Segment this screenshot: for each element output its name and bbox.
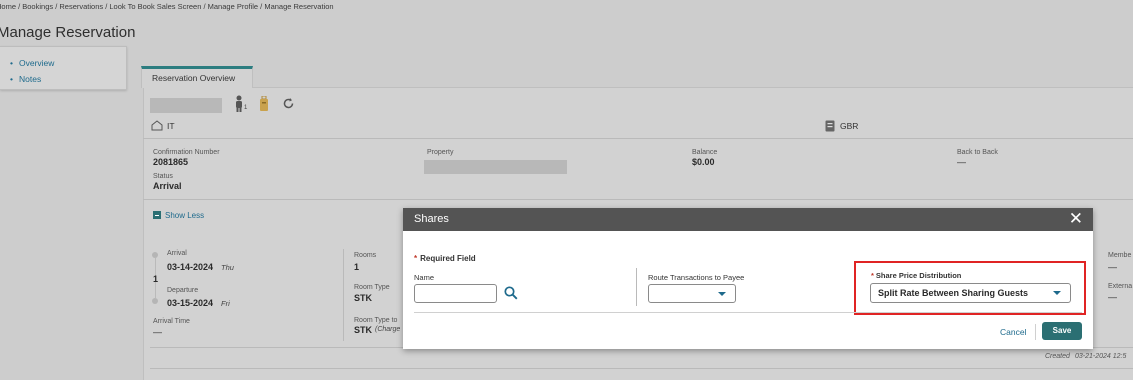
language-code: GBR <box>840 121 859 131</box>
share-price-select-value: Split Rate Between Sharing Guests <box>878 288 1029 298</box>
collapse-icon[interactable] <box>153 211 161 219</box>
route-select[interactable] <box>648 284 736 303</box>
arrival-date: 03-14-2024 <box>167 262 214 272</box>
arrival-time-value: — <box>153 327 162 337</box>
property-label: Property <box>427 149 454 156</box>
name-input[interactable] <box>414 284 497 303</box>
page-title: Manage Reservation <box>0 24 136 41</box>
field-divider <box>636 268 637 306</box>
required-text: Required Field <box>420 254 476 263</box>
departure-label: Departure <box>167 287 199 294</box>
country-code: IT <box>167 121 175 131</box>
share-price-label: * Share Price Distribution <box>871 271 961 280</box>
divider <box>143 138 1133 139</box>
required-star-icon: * <box>414 254 418 263</box>
home-icon <box>151 120 163 133</box>
refresh-icon[interactable] <box>282 97 295 112</box>
confirmation-value: 2081865 <box>153 157 189 167</box>
guest-name-redacted <box>150 98 222 113</box>
button-divider <box>1035 324 1036 340</box>
close-icon[interactable]: ✕ <box>1069 209 1083 229</box>
status-label: Status <box>153 173 173 180</box>
nights-count: 1 <box>153 274 159 284</box>
room-type-to-note: (Charge <box>375 326 401 333</box>
member-label: Membe <box>1108 252 1132 259</box>
required-field-note: * Required Field <box>414 254 476 263</box>
property-value-redacted <box>424 160 567 174</box>
dialog-header: Shares <box>403 208 1093 231</box>
arrival-label: Arrival <box>167 250 187 257</box>
breadcrumb: Home / Bookings / Reservations / Look To… <box>0 2 334 11</box>
status-value: Arrival <box>153 181 182 191</box>
departure-day: Fri <box>221 299 230 308</box>
external-label: Externa <box>1108 283 1133 290</box>
save-button[interactable]: Save <box>1042 322 1082 340</box>
confirmation-label: Confirmation Number <box>153 149 220 156</box>
room-type-value: STK <box>354 293 372 303</box>
divider <box>150 368 1133 369</box>
back-to-back-value: — <box>957 157 966 167</box>
room-type-to-label: Room Type to <box>354 317 398 324</box>
balance-label: Balance <box>692 149 718 156</box>
arrival-time-label: Arrival Time <box>153 318 190 325</box>
share-price-label-text: Share Price Distribution <box>875 271 962 280</box>
cancel-button[interactable]: Cancel <box>1000 327 1026 337</box>
created-label: Created <box>1045 353 1070 360</box>
nav-item-overview[interactable]: Overview <box>10 55 126 71</box>
balance-value: $0.00 <box>692 157 715 167</box>
dialog-divider <box>414 312 1082 313</box>
dialog-title: Shares <box>414 213 449 225</box>
search-icon[interactable] <box>504 286 518 302</box>
chevron-down-icon <box>1053 291 1061 295</box>
share-price-select[interactable]: Split Rate Between Sharing Guests <box>870 283 1071 303</box>
arrival-day: Thu <box>221 263 234 272</box>
passport-icon <box>825 120 835 134</box>
room-type-label: Room Type <box>354 284 390 291</box>
luggage-icon <box>259 95 269 114</box>
departure-date: 03-15-2024 <box>167 298 214 308</box>
nav-item-notes[interactable]: Notes <box>10 71 126 87</box>
departure-dot-icon <box>152 298 158 304</box>
tab-reservation-overview[interactable]: Reservation Overview <box>141 66 253 88</box>
chevron-down-icon <box>718 292 726 296</box>
column-divider <box>343 249 344 341</box>
route-label: Route Transactions to Payee <box>648 273 745 282</box>
shares-dialog: Shares ✕ * Required Field Name Route Tran… <box>403 208 1093 349</box>
rooms-label: Rooms <box>354 252 377 259</box>
member-value: — <box>1108 262 1117 272</box>
room-type-to-value: STK <box>354 325 372 335</box>
divider <box>143 199 1133 200</box>
name-label: Name <box>414 273 435 282</box>
created-date: 03-21-2024 12:5 <box>1075 353 1127 360</box>
rooms-value: 1 <box>354 262 360 272</box>
left-nav: Overview Notes <box>0 46 127 90</box>
required-star-icon: * <box>871 271 874 280</box>
back-to-back-label: Back to Back <box>957 149 998 156</box>
adults-count: 1 <box>244 105 248 111</box>
external-value: — <box>1108 292 1117 302</box>
show-less-link[interactable]: Show Less <box>165 211 204 220</box>
